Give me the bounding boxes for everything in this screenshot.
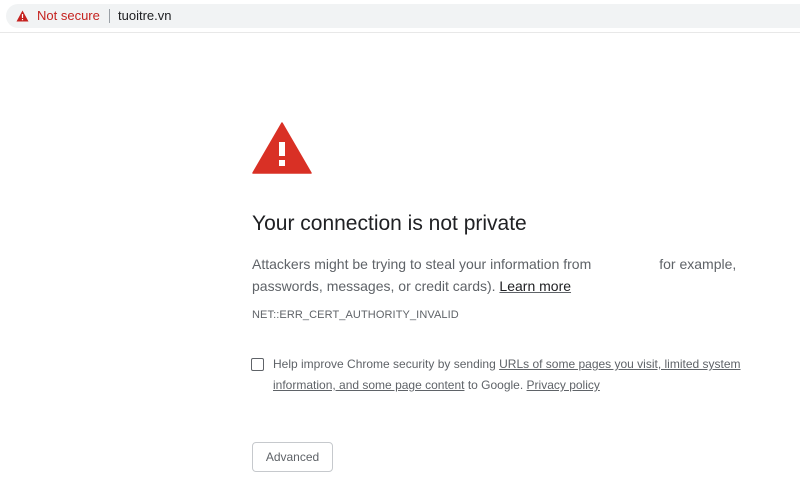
help-improve-text: Help improve Chrome security by sending … xyxy=(273,354,743,396)
warning-triangle-icon xyxy=(252,122,312,174)
learn-more-link[interactable]: Learn more xyxy=(499,278,571,294)
help-improve-checkbox[interactable] xyxy=(251,358,264,371)
error-code: NET::ERR_CERT_AUTHORITY_INVALID xyxy=(252,309,459,321)
security-status-label[interactable]: Not secure xyxy=(37,9,100,23)
privacy-policy-link[interactable]: Privacy policy xyxy=(527,378,600,392)
message-text-start: Attackers might be trying to steal your … xyxy=(252,256,592,272)
address-bar[interactable]: Not secure tuoitre.vn xyxy=(6,4,800,28)
advanced-button[interactable]: Advanced xyxy=(252,442,333,472)
help-prefix: Help improve Chrome security by sending xyxy=(273,357,496,371)
page-title: Your connection is not private xyxy=(252,212,527,235)
warning-triangle-icon[interactable] xyxy=(16,10,29,22)
help-middle: to Google. xyxy=(467,378,524,392)
address-bar-divider xyxy=(109,9,110,23)
url-text[interactable]: tuoitre.vn xyxy=(118,9,171,23)
browser-toolbar: Not secure tuoitre.vn xyxy=(0,0,800,33)
main-message: Attackers might be trying to steal your … xyxy=(252,253,752,297)
